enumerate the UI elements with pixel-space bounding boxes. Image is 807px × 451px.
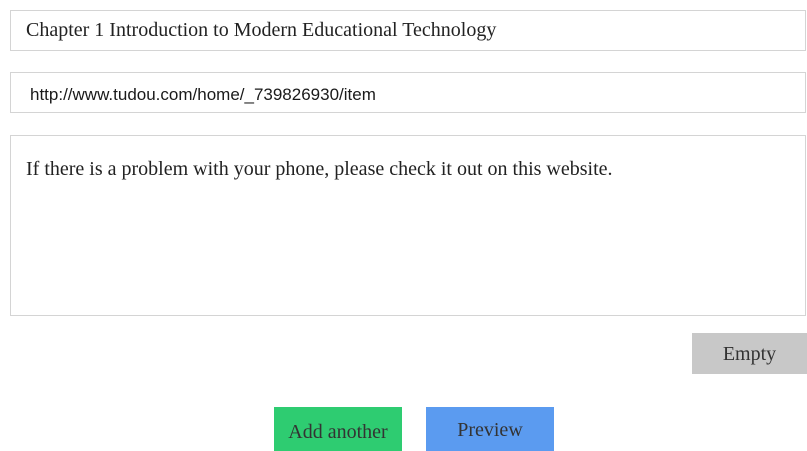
title-field[interactable]: Chapter 1 Introduction to Modern Educati…: [10, 10, 806, 51]
url-field[interactable]: http://www.tudou.com/home/_739826930/ite…: [10, 72, 806, 113]
description-textarea[interactable]: If there is a problem with your phone, p…: [10, 135, 806, 316]
edit-item-form: Chapter 1 Introduction to Modern Educati…: [0, 0, 807, 451]
add-another-button[interactable]: Add another: [274, 407, 402, 451]
empty-button[interactable]: Empty: [692, 333, 807, 374]
preview-button[interactable]: Preview: [426, 407, 554, 451]
